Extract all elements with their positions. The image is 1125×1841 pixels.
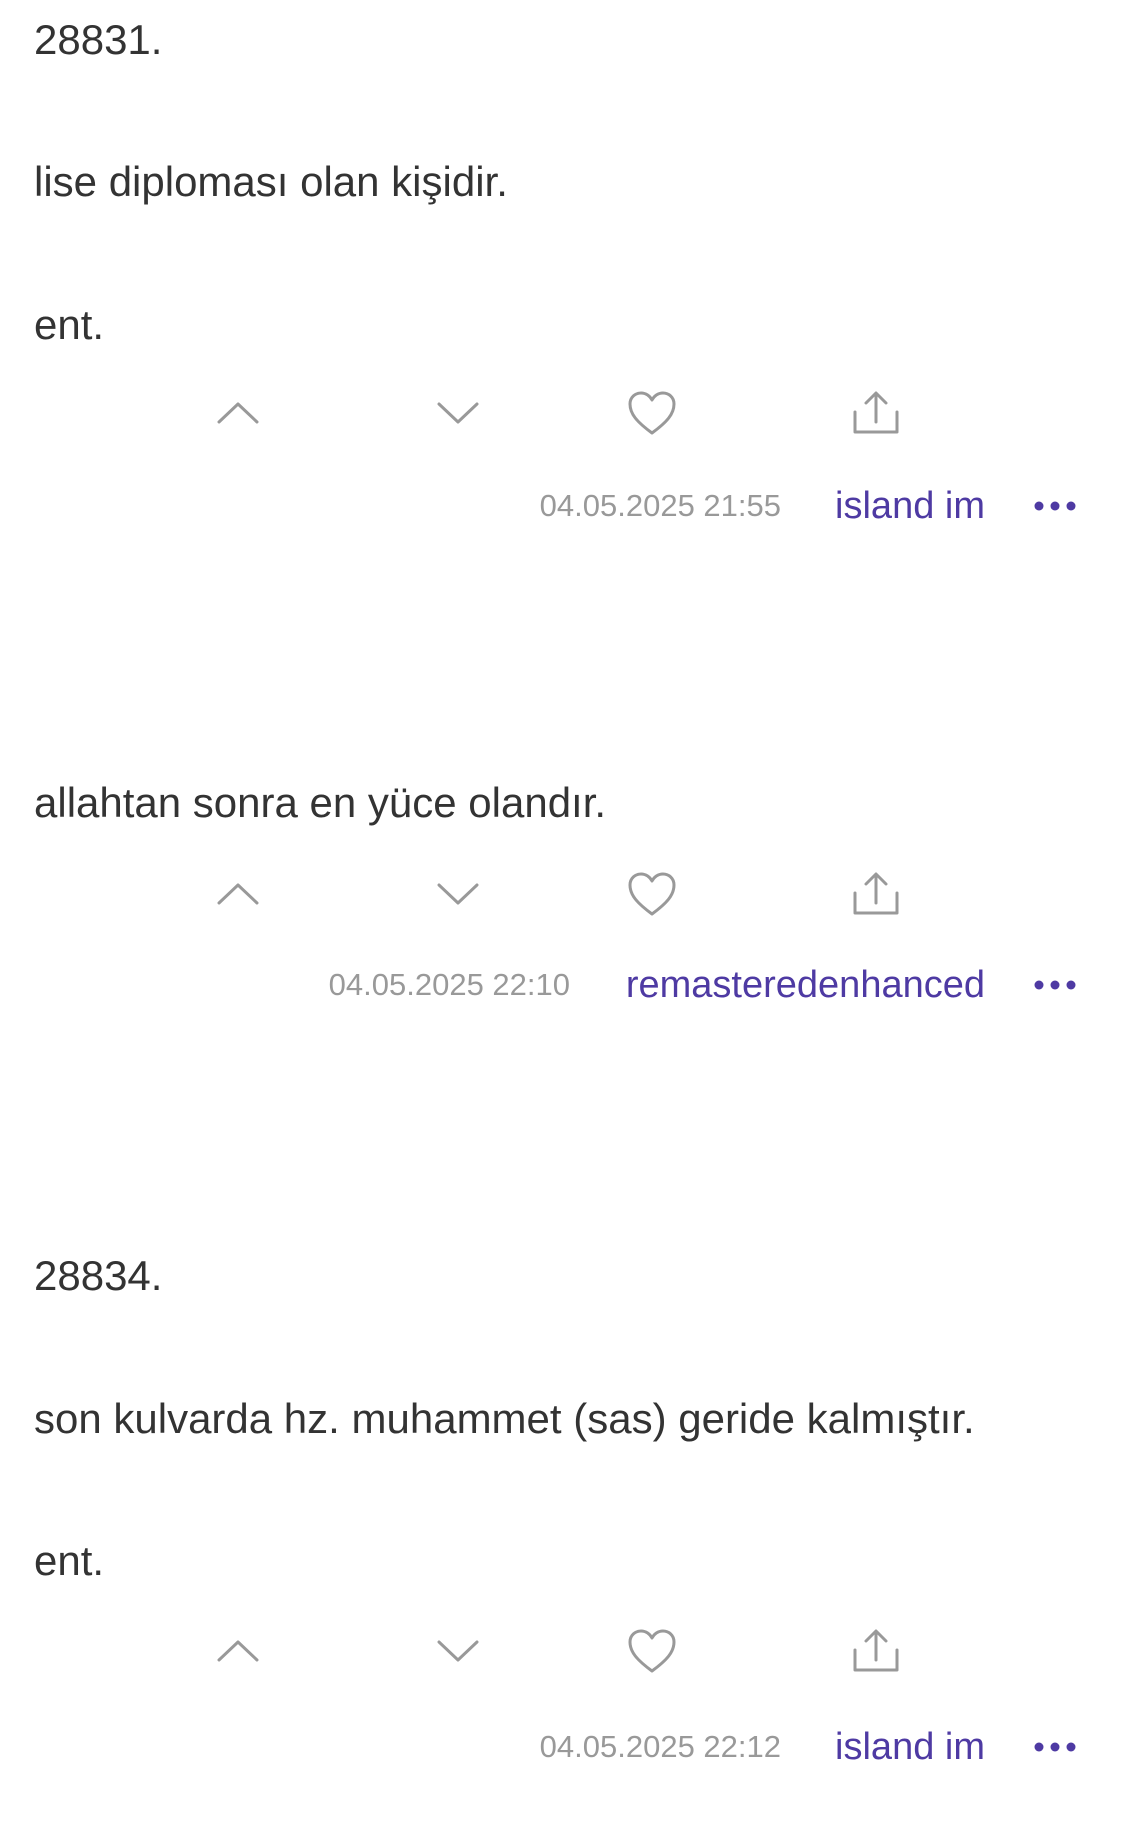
chevron-up-icon — [217, 1640, 259, 1662]
entry-paragraph: lise diploması olan kişidir. — [34, 158, 508, 205]
chevron-up-icon — [217, 402, 259, 424]
entry-paragraph: ent. — [34, 1537, 105, 1584]
entry-meta: 04.05.2025 21:55 island im — [0, 476, 1125, 536]
entry-date[interactable]: 04.05.2025 22:10 — [329, 955, 570, 1015]
share-button[interactable] — [836, 859, 916, 929]
more-dots-icon — [1034, 1742, 1076, 1752]
chevron-down-icon — [437, 883, 479, 905]
share-button[interactable] — [836, 1616, 916, 1686]
entry-paragraph: allahtan sonra en yüce olandır. — [34, 779, 607, 826]
downvote-button[interactable] — [418, 1616, 498, 1686]
downvote-button[interactable] — [418, 378, 498, 448]
more-dots-icon — [1034, 501, 1076, 511]
chevron-up-icon — [217, 883, 259, 905]
more-options-button[interactable] — [1025, 955, 1085, 1015]
favorite-button[interactable] — [612, 1616, 692, 1686]
heart-icon — [628, 1629, 676, 1673]
entry-author[interactable]: remasteredenhanced — [626, 955, 985, 1015]
chevron-down-icon — [437, 402, 479, 424]
heart-icon — [628, 872, 676, 916]
upvote-button[interactable] — [198, 378, 278, 448]
entry-author[interactable]: island im — [835, 1717, 985, 1777]
share-button[interactable] — [836, 378, 916, 448]
entry-author[interactable]: island im — [835, 476, 985, 536]
more-dots-icon — [1034, 980, 1076, 990]
entry-actions — [0, 378, 1125, 448]
upvote-button[interactable] — [198, 1616, 278, 1686]
favorite-button[interactable] — [612, 378, 692, 448]
upvote-button[interactable] — [198, 859, 278, 929]
share-icon — [853, 872, 899, 915]
downvote-button[interactable] — [418, 859, 498, 929]
more-options-button[interactable] — [1025, 476, 1085, 536]
entry-date[interactable]: 04.05.2025 21:55 — [540, 476, 781, 536]
share-icon — [853, 1629, 899, 1672]
entry-meta: 04.05.2025 22:12 island im — [0, 1717, 1125, 1777]
entry-actions — [0, 1616, 1125, 1686]
share-icon — [853, 391, 899, 434]
heart-icon — [628, 391, 676, 435]
entry-actions — [0, 859, 1125, 929]
chevron-down-icon — [437, 1640, 479, 1662]
entry-paragraph: 28831. — [34, 16, 163, 63]
entry-date[interactable]: 04.05.2025 22:12 — [540, 1717, 781, 1777]
favorite-button[interactable] — [612, 859, 692, 929]
entry-paragraph: son kulvarda hz. muhammet (sas) geride k… — [34, 1395, 975, 1442]
entry-paragraph: ent. — [34, 301, 105, 348]
entry-meta: 04.05.2025 22:10 remasteredenhanced — [0, 955, 1125, 1015]
entry-paragraph: 28834. — [34, 1252, 163, 1299]
more-options-button[interactable] — [1025, 1717, 1085, 1777]
